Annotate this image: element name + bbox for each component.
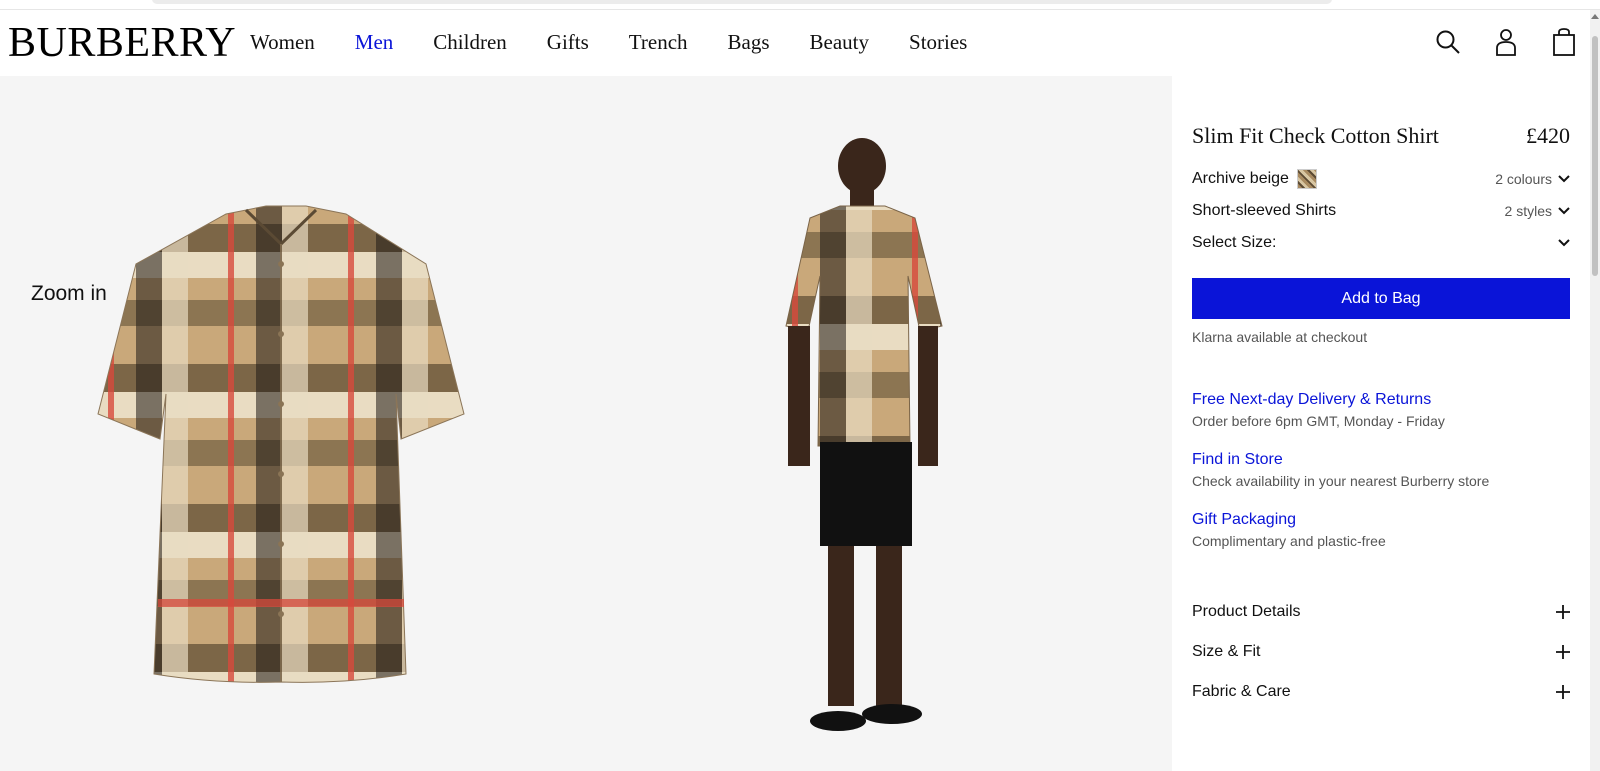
chevron-down-icon [1558,207,1570,215]
gift-info: Gift Packaging Complimentary and plastic… [1192,510,1570,549]
browser-tab-shadow [152,0,1332,4]
product-price: £420 [1526,123,1570,148]
size-label: Select Size: [1192,234,1277,251]
main-nav: Women Men Children Gifts Trench Bags Bea… [250,28,1007,56]
delivery-info: Free Next-day Delivery & Returns Order b… [1192,390,1570,429]
nav-item-trench[interactable]: Trench [629,28,688,56]
shirt-product-image[interactable] [96,204,466,754]
page-scrollbar[interactable] [1590,10,1600,771]
scrollbar-thumb[interactable] [1592,36,1598,276]
nav-item-beauty[interactable]: Beauty [810,28,869,56]
gift-packaging-link[interactable]: Gift Packaging [1192,510,1570,530]
search-icon[interactable] [1434,26,1462,58]
account-icon[interactable] [1492,26,1520,58]
browser-top-strip [0,0,1600,10]
nav-item-children[interactable]: Children [433,28,507,56]
style-count: 2 styles [1504,203,1552,219]
nav-item-stories[interactable]: Stories [909,28,967,56]
chevron-down-icon [1558,239,1570,247]
style-selector[interactable]: Short-sleeved Shirts 2 styles [1192,199,1570,223]
accordion-size-fit[interactable]: Size & Fit [1192,640,1570,664]
nav-item-bags[interactable]: Bags [728,28,770,56]
plus-icon[interactable] [1556,605,1570,619]
nav-item-women[interactable]: Women [250,28,315,56]
delivery-sub: Order before 6pm GMT, Monday - Friday [1192,413,1445,429]
bag-icon[interactable] [1550,26,1578,58]
accordion-label: Product Details [1192,603,1301,620]
site-header: BURBERRY Women Men Children Gifts Trench… [0,10,1590,76]
nav-item-gifts[interactable]: Gifts [547,28,589,56]
header-icons [1434,26,1578,58]
delivery-link[interactable]: Free Next-day Delivery & Returns [1192,390,1570,410]
klarna-note: Klarna available at checkout [1192,329,1368,345]
style-label: Short-sleeved Shirts [1192,202,1337,219]
accordion-product-details[interactable]: Product Details [1192,600,1570,624]
accordion-label: Fabric & Care [1192,683,1291,700]
product-panel: Slim Fit Check Cotton Shirt £420 Archive… [1172,76,1590,771]
model-product-image[interactable] [780,136,960,736]
colour-selector[interactable]: Archive beige 2 colours [1192,167,1570,191]
plus-icon[interactable] [1556,645,1570,659]
product-gallery[interactable]: Zoom in [0,76,1172,771]
store-sub: Check availability in your nearest Burbe… [1192,473,1490,489]
chevron-down-icon [1558,175,1570,183]
find-in-store-link[interactable]: Find in Store [1192,450,1570,470]
store-info: Find in Store Check availability in your… [1192,450,1570,489]
gift-sub: Complimentary and plastic-free [1192,533,1386,549]
accordion-fabric-care[interactable]: Fabric & Care [1192,680,1570,704]
nav-item-men[interactable]: Men [355,28,394,56]
product-title: Slim Fit Check Cotton Shirt [1192,123,1439,148]
scroll-up-icon[interactable] [1591,14,1599,19]
colour-label: Archive beige [1192,170,1289,187]
colour-swatch[interactable] [1296,169,1317,189]
brand-logo[interactable]: BURBERRY [8,20,236,66]
plus-icon[interactable] [1556,685,1570,699]
size-selector[interactable]: Select Size: [1192,231,1570,255]
colour-count: 2 colours [1495,171,1552,187]
add-to-bag-button[interactable]: Add to Bag [1192,278,1570,319]
accordion-label: Size & Fit [1192,643,1261,660]
